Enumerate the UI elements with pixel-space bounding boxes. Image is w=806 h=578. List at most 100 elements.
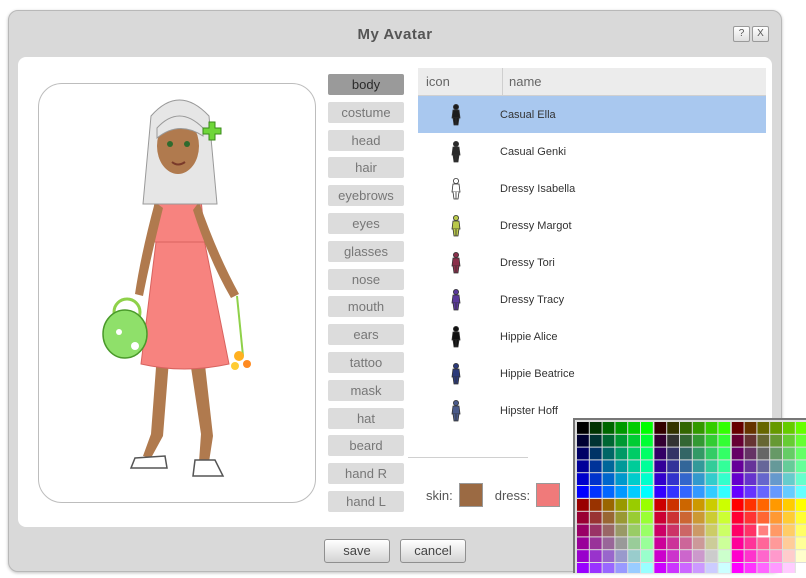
palette-swatch[interactable]: [705, 563, 718, 575]
palette-swatch[interactable]: [718, 511, 731, 524]
palette-swatch[interactable]: [744, 537, 757, 550]
palette-swatch[interactable]: [680, 524, 692, 537]
palette-swatch[interactable]: [744, 447, 757, 460]
palette-swatch[interactable]: [589, 447, 602, 460]
palette-swatch[interactable]: [770, 473, 782, 485]
palette-swatch[interactable]: [654, 460, 667, 473]
palette-swatch[interactable]: [577, 460, 589, 473]
palette-swatch[interactable]: [795, 563, 806, 575]
palette-swatch[interactable]: [615, 422, 628, 434]
palette-swatch[interactable]: [615, 486, 628, 498]
category-hair[interactable]: hair: [328, 157, 404, 179]
palette-swatch[interactable]: [680, 499, 692, 511]
palette-swatch[interactable]: [615, 499, 628, 511]
palette-swatch[interactable]: [692, 460, 705, 473]
palette-swatch[interactable]: [628, 550, 640, 562]
palette-swatch[interactable]: [615, 511, 628, 524]
palette-swatch[interactable]: [692, 434, 705, 447]
palette-swatch[interactable]: [783, 524, 795, 537]
palette-swatch[interactable]: [731, 524, 744, 537]
palette-swatch[interactable]: [577, 434, 589, 447]
palette-swatch[interactable]: [602, 499, 615, 511]
palette-swatch[interactable]: [654, 550, 667, 562]
palette-swatch[interactable]: [641, 447, 653, 460]
dress-color-swatch[interactable]: [536, 483, 561, 507]
save-button[interactable]: save: [324, 539, 390, 563]
color-palette-popup[interactable]: [573, 418, 806, 575]
palette-swatch[interactable]: [654, 499, 667, 511]
palette-swatch[interactable]: [783, 434, 795, 447]
palette-swatch[interactable]: [667, 486, 679, 498]
palette-swatch[interactable]: [783, 550, 795, 562]
palette-swatch[interactable]: [602, 524, 615, 537]
category-glasses[interactable]: glasses: [328, 240, 404, 262]
category-body[interactable]: body: [328, 74, 404, 95]
palette-swatch[interactable]: [783, 447, 795, 460]
palette-swatch[interactable]: [641, 434, 653, 447]
palette-swatch[interactable]: [589, 460, 602, 473]
palette-swatch[interactable]: [654, 537, 667, 550]
palette-swatch[interactable]: [770, 550, 782, 562]
palette-swatch[interactable]: [757, 434, 770, 447]
palette-swatch[interactable]: [795, 434, 806, 447]
palette-swatch[interactable]: [705, 460, 718, 473]
palette-swatch[interactable]: [654, 486, 667, 498]
palette-swatch[interactable]: [795, 550, 806, 562]
palette-swatch[interactable]: [667, 499, 679, 511]
palette-swatch[interactable]: [757, 499, 770, 511]
list-item[interactable]: Casual Genki: [418, 133, 766, 170]
palette-swatch[interactable]: [628, 422, 640, 434]
palette-swatch[interactable]: [770, 434, 782, 447]
palette-swatch[interactable]: [680, 537, 692, 550]
category-eyes[interactable]: eyes: [328, 212, 404, 234]
palette-swatch[interactable]: [589, 434, 602, 447]
palette-swatch[interactable]: [667, 447, 679, 460]
palette-swatch[interactable]: [680, 511, 692, 524]
palette-swatch[interactable]: [692, 499, 705, 511]
palette-swatch[interactable]: [731, 563, 744, 575]
palette-swatch[interactable]: [641, 511, 653, 524]
palette-swatch[interactable]: [615, 524, 628, 537]
palette-swatch[interactable]: [744, 524, 757, 537]
palette-swatch[interactable]: [628, 499, 640, 511]
palette-swatch[interactable]: [770, 499, 782, 511]
palette-swatch[interactable]: [718, 447, 731, 460]
palette-swatch[interactable]: [680, 550, 692, 562]
palette-swatch[interactable]: [770, 537, 782, 550]
palette-swatch[interactable]: [770, 447, 782, 460]
palette-swatch[interactable]: [615, 550, 628, 562]
cancel-button[interactable]: cancel: [400, 539, 466, 563]
palette-swatch[interactable]: [744, 434, 757, 447]
palette-swatch[interactable]: [705, 524, 718, 537]
palette-swatch[interactable]: [667, 511, 679, 524]
palette-swatch[interactable]: [577, 473, 589, 485]
palette-swatch[interactable]: [615, 447, 628, 460]
palette-swatch[interactable]: [795, 486, 806, 498]
palette-swatch[interactable]: [680, 447, 692, 460]
palette-swatch[interactable]: [783, 511, 795, 524]
palette-swatch[interactable]: [770, 524, 782, 537]
palette-swatch[interactable]: [757, 511, 770, 524]
palette-swatch[interactable]: [692, 511, 705, 524]
palette-swatch[interactable]: [783, 537, 795, 550]
skin-color-swatch[interactable]: [458, 483, 483, 507]
palette-swatch[interactable]: [577, 422, 589, 434]
category-costume[interactable]: costume: [328, 101, 404, 123]
palette-swatch[interactable]: [628, 447, 640, 460]
palette-swatch[interactable]: [744, 422, 757, 434]
palette-swatch[interactable]: [628, 511, 640, 524]
palette-swatch[interactable]: [628, 486, 640, 498]
category-eyebrows[interactable]: eyebrows: [328, 185, 404, 207]
palette-swatch[interactable]: [795, 499, 806, 511]
palette-swatch[interactable]: [795, 511, 806, 524]
palette-swatch[interactable]: [718, 434, 731, 447]
palette-swatch[interactable]: [770, 511, 782, 524]
palette-swatch[interactable]: [744, 473, 757, 485]
palette-swatch[interactable]: [783, 563, 795, 575]
palette-swatch[interactable]: [577, 499, 589, 511]
palette-swatch[interactable]: [602, 550, 615, 562]
palette-swatch[interactable]: [615, 563, 628, 575]
category-head[interactable]: head: [328, 129, 404, 151]
palette-swatch[interactable]: [615, 537, 628, 550]
palette-swatch[interactable]: [718, 460, 731, 473]
